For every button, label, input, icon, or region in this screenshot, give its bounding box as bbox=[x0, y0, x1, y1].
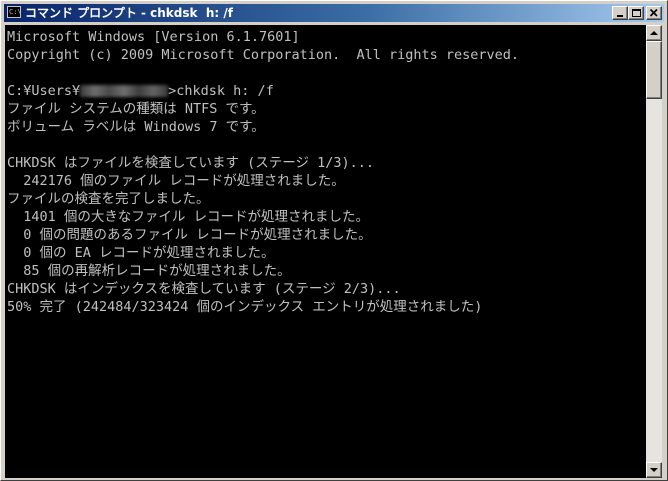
close-button[interactable] bbox=[646, 6, 662, 20]
scroll-up-button[interactable] bbox=[646, 25, 662, 41]
minimize-button[interactable] bbox=[612, 6, 628, 20]
console-line: 85 個の再解析レコードが処理されました。 bbox=[7, 263, 291, 279]
vertical-scrollbar[interactable] bbox=[646, 25, 662, 478]
minimize-icon bbox=[617, 15, 623, 17]
title-bar[interactable]: C:\ コマンド プロンプト - chkdsk h: /f bbox=[4, 4, 664, 22]
console-line: 1401 個の大きなファイル レコードが処理されました。 bbox=[7, 209, 370, 225]
close-icon bbox=[649, 8, 658, 17]
console-line: ファイルの検査を完了しました。 bbox=[7, 191, 210, 207]
console-line: ボリューム ラベルは Windows 7 です。 bbox=[7, 119, 265, 135]
console-line: 0 個の問題のあるファイル レコードが処理されました。 bbox=[7, 227, 372, 243]
redacted-username bbox=[80, 85, 169, 97]
prompt-path: C:¥Users¥ bbox=[7, 83, 81, 99]
console-line: CHKDSK はファイルを検査しています (ステージ 1/3)... bbox=[7, 155, 374, 171]
console-line: 242176 個のファイル レコードが処理されました。 bbox=[7, 173, 345, 189]
window-title: コマンド プロンプト - chkdsk h: /f bbox=[25, 6, 233, 20]
console-line: ファイル システムの種類は NTFS です。 bbox=[7, 101, 265, 117]
console-line: Microsoft Windows [Version 6.1.7601] bbox=[7, 29, 300, 45]
console-output[interactable]: Microsoft Windows [Version 6.1.7601] Cop… bbox=[5, 25, 646, 478]
console-line: 0 個の EA レコードが処理されました。 bbox=[7, 245, 275, 261]
maximize-button[interactable] bbox=[628, 6, 644, 20]
console-prompt-line: C:¥Users¥ >chkdsk h: /f bbox=[7, 82, 519, 100]
console-app-icon[interactable]: C:\ bbox=[7, 6, 21, 18]
console-lines: Microsoft Windows [Version 6.1.7601] Cop… bbox=[7, 28, 519, 316]
scrollbar-thumb[interactable] bbox=[646, 41, 662, 99]
up-arrow-icon bbox=[650, 31, 658, 35]
scroll-down-button[interactable] bbox=[646, 462, 662, 478]
prompt-command: >chkdsk h: /f bbox=[168, 83, 274, 99]
console-line: CHKDSK はインデックスを検査しています (ステージ 2/3)... bbox=[7, 281, 401, 297]
down-arrow-icon bbox=[650, 468, 658, 472]
command-prompt-window: C:\ コマンド プロンプト - chkdsk h: /f Microsoft … bbox=[0, 0, 668, 481]
console-line: Copyright (c) 2009 Microsoft Corporation… bbox=[7, 47, 520, 63]
maximize-icon bbox=[632, 9, 641, 17]
console-line: 50% 完了 (242484/323424 個のインデックス エントリが処理され… bbox=[7, 299, 483, 315]
